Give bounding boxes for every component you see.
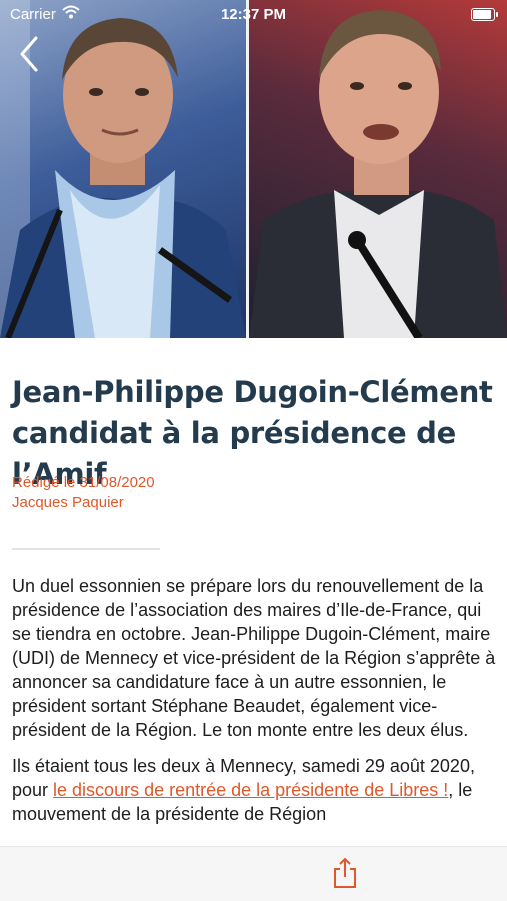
share-icon <box>334 857 356 888</box>
paragraph: Un duel essonnien se prépare lors du ren… <box>12 576 496 740</box>
photo-right <box>249 0 507 338</box>
battery-icon <box>471 8 498 21</box>
share-button[interactable] <box>331 857 359 889</box>
article-link[interactable]: le discours de rentrée de la présidente … <box>53 780 448 800</box>
paragraph: Ils étaient tous les deux à Mennecy, sam… <box>12 754 500 826</box>
article-date: Rédigé le 31/08/2020 <box>12 474 155 491</box>
hero-image <box>0 0 507 338</box>
article-body: Un duel essonnien se prépare lors du ren… <box>12 574 500 838</box>
back-button[interactable] <box>14 34 44 74</box>
article-author[interactable]: Jacques Paquier <box>12 493 155 513</box>
clock: 12:37 PM <box>220 6 287 23</box>
article-meta: Rédigé le 31/08/2020 Jacques Paquier <box>12 473 155 513</box>
status-bar: Carrier 12:37 PM <box>0 0 507 30</box>
bottom-toolbar <box>0 846 507 901</box>
chevron-left-icon <box>20 36 38 72</box>
separator <box>12 548 160 550</box>
